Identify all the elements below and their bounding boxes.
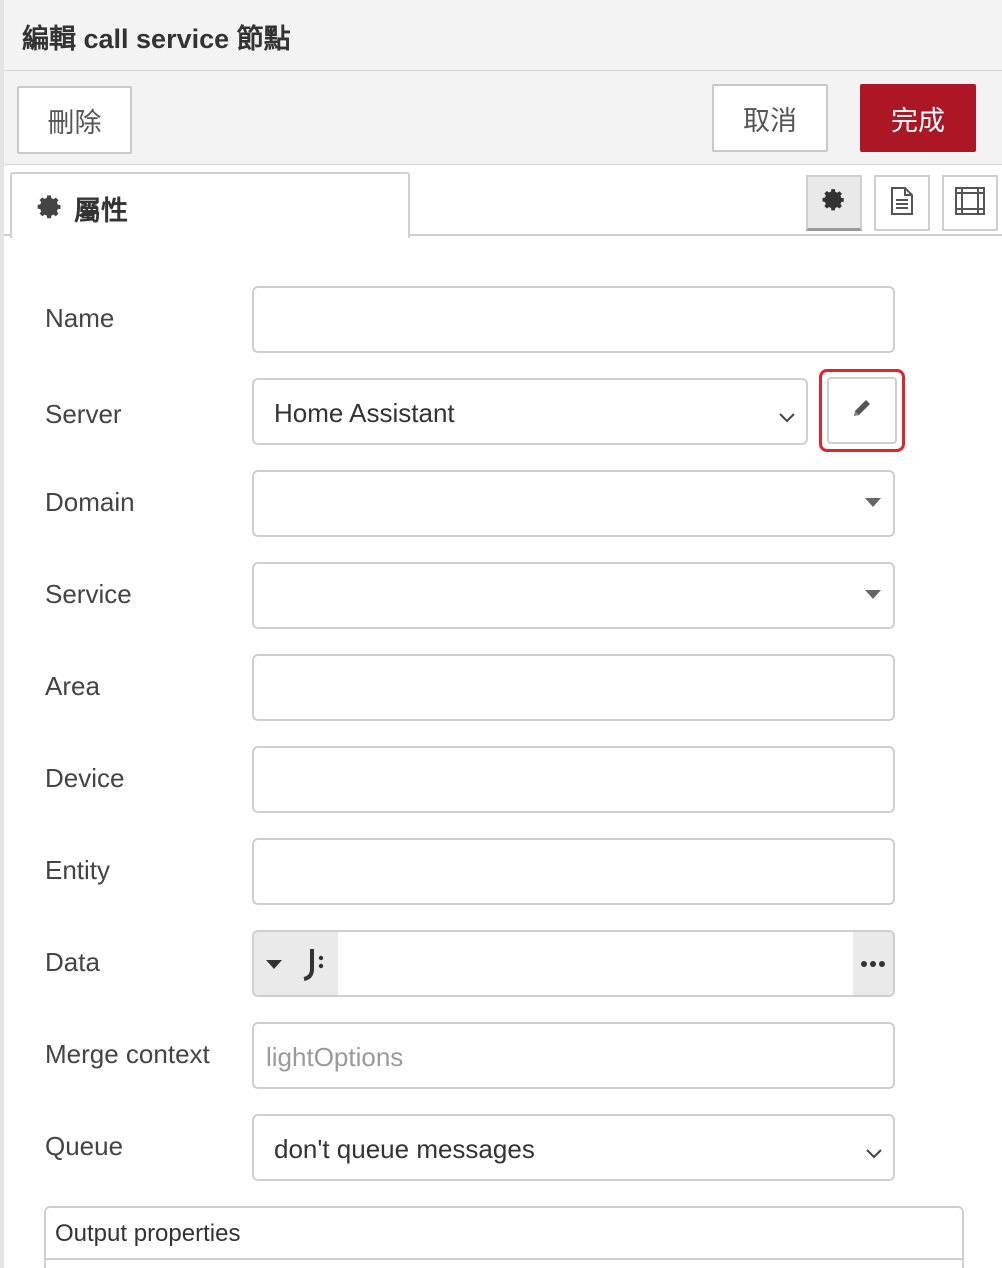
area-label: Area: [45, 671, 100, 701]
server-label: Server: [45, 399, 122, 429]
server-value: Home Assistant: [274, 398, 455, 428]
pencil-icon: [850, 396, 874, 425]
ellipsis-icon: [861, 960, 885, 967]
done-button[interactable]: 完成: [860, 84, 976, 152]
merge-context-input[interactable]: lightOptions: [252, 1022, 895, 1089]
appearance-frame-icon: [954, 186, 986, 221]
service-select[interactable]: [252, 562, 895, 629]
dialog-header: 編輯 call service 節點: [4, 0, 1002, 71]
queue-select[interactable]: don't queue messages: [252, 1114, 895, 1181]
device-label: Device: [45, 763, 125, 793]
entity-label: Entity: [45, 855, 111, 885]
domain-select[interactable]: [252, 470, 895, 537]
tab-label: 屬性: [74, 196, 128, 226]
caret-down-icon: [865, 590, 881, 599]
domain-label: Domain: [45, 487, 135, 517]
area-input[interactable]: [252, 654, 895, 721]
tab-properties[interactable]: 屬性: [10, 172, 410, 238]
merge-context-placeholder: lightOptions: [266, 1042, 404, 1072]
properties-tab-button[interactable]: [806, 175, 862, 231]
data-typed-input: [252, 930, 895, 997]
caret-down-icon: [266, 960, 282, 969]
service-label: Service: [45, 579, 132, 609]
gear-icon: [821, 187, 847, 218]
chevron-down-icon: [778, 402, 796, 433]
queue-value: don't queue messages: [274, 1134, 535, 1164]
data-input[interactable]: [338, 932, 856, 995]
document-icon: [889, 186, 915, 221]
output-properties-container: Output properties: [44, 1206, 964, 1268]
queue-label: Queue: [45, 1131, 124, 1161]
data-type-selector[interactable]: [254, 932, 338, 995]
server-select[interactable]: Home Assistant: [252, 378, 808, 445]
expand-editor-button[interactable]: [853, 932, 893, 995]
description-tab-button[interactable]: [874, 175, 930, 231]
device-input[interactable]: [252, 746, 895, 813]
dialog-button-bar: 刪除 取消 完成: [4, 71, 1002, 165]
panel-left-edge: [0, 0, 4, 1268]
cancel-button[interactable]: 取消: [712, 84, 828, 152]
data-label: Data: [45, 947, 100, 977]
gear-icon: [36, 193, 64, 221]
entity-input[interactable]: [252, 838, 895, 905]
dialog-title: 編輯 call service 節點: [22, 24, 291, 54]
merge-context-label: Merge context: [45, 1039, 210, 1069]
name-label: Name: [45, 303, 115, 333]
appearance-tab-button[interactable]: [942, 175, 998, 231]
chevron-down-icon: [865, 1138, 883, 1169]
caret-down-icon: [865, 498, 881, 507]
output-properties-label: Output properties: [55, 1220, 241, 1247]
json-icon: [300, 946, 328, 987]
edit-server-button[interactable]: [827, 377, 897, 444]
name-input[interactable]: [252, 286, 895, 353]
output-properties-divider: [46, 1258, 962, 1260]
delete-button[interactable]: 刪除: [17, 86, 132, 154]
